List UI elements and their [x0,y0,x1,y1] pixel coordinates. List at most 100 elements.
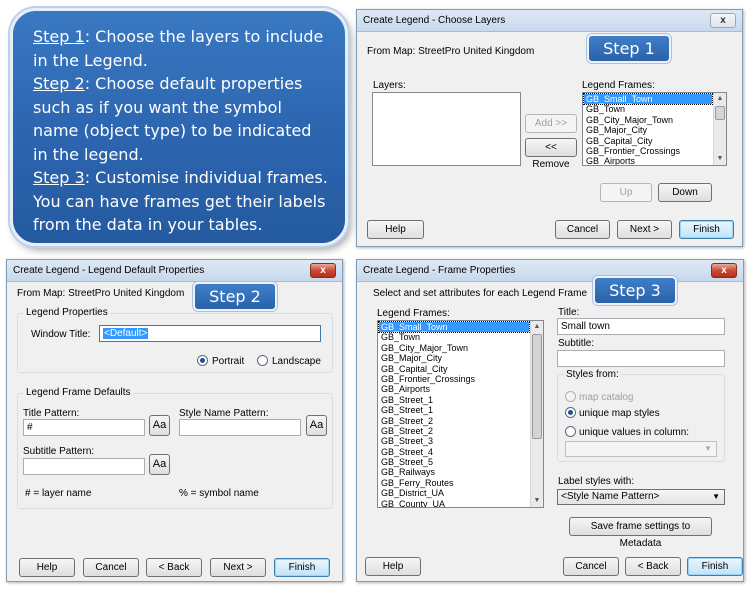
next-button[interactable]: Next > [617,220,672,239]
back-button[interactable]: < Back [146,558,202,577]
dialog-title: Create Legend - Legend Default Propertie… [13,265,205,276]
callout-line: Step 1: Choose the layers to include [33,25,331,49]
callout-text: in the Legend. [33,50,148,70]
list-item[interactable]: GB_Railways [379,467,529,477]
list-item[interactable]: GB_Street_4 [379,447,529,457]
step-badge: Step 1 [587,34,671,63]
help-button[interactable]: Help [19,558,75,577]
map-catalog-label: map catalog [579,392,634,403]
label-styles-value: <Style Name Pattern> [561,491,660,502]
list-item[interactable]: GB_Major_City [584,125,712,135]
up-button[interactable]: Up [600,183,652,202]
list-item[interactable]: GB_Small_Town [378,321,530,334]
list-item[interactable]: GB_Airports [584,156,712,165]
down-button[interactable]: Down [658,183,712,202]
title-input[interactable]: Small town [557,318,725,335]
list-item[interactable]: GB_City_Major_Town [379,343,529,353]
callout-text: : Customise individual frames. [84,168,328,187]
list-item[interactable]: GB_Capital_City [379,364,529,374]
help-button[interactable]: Help [367,220,424,239]
next-button[interactable]: Next > [210,558,266,577]
remove-button[interactable]: << Remove [525,138,577,170]
chevron-down-icon: ▼ [704,444,712,453]
close-button[interactable]: x [310,263,336,278]
map-catalog-radio[interactable] [565,391,576,402]
list-item[interactable]: GB_Major_City [379,353,529,363]
subtitle-input[interactable] [557,350,725,367]
help-button[interactable]: Help [365,557,421,576]
titlebar: Create Legend - Frame Properties x [357,260,743,282]
unique-map-styles-label: unique map styles [579,408,660,419]
save-metadata-button[interactable]: Save frame settings to Metadata [569,517,712,549]
scroll-down-icon[interactable]: ▼ [531,495,543,507]
callout-text: such as if you want the symbol [33,97,282,117]
legend-frames-label: Legend Frames: [582,80,655,91]
style-name-pattern-input[interactable] [179,419,301,436]
group-title: Styles from: [564,369,621,380]
group-title: Legend Frame Defaults [24,387,133,398]
list-item[interactable]: GB_Street_5 [379,457,529,467]
unique-map-styles-radio[interactable] [565,407,576,418]
cancel-button[interactable]: Cancel [563,557,619,576]
step-badge: Step 3 [593,276,677,305]
list-item[interactable]: GB_County_UA [379,499,529,507]
list-item[interactable]: GB_Street_2 [379,416,529,426]
list-item[interactable]: GB_Airports [379,384,529,394]
list-item[interactable]: GB_Town [379,332,529,342]
cancel-button[interactable]: Cancel [555,220,610,239]
scroll-up-icon[interactable]: ▲ [714,93,726,105]
back-button[interactable]: < Back [625,557,681,576]
window-title-label: Window Title: [31,329,91,340]
list-item[interactable]: GB_Capital_City [584,136,712,146]
scroll-up-icon[interactable]: ▲ [531,321,543,333]
title-value: Small town [561,321,610,332]
add-button[interactable]: Add >> [525,114,577,133]
list-item[interactable]: GB_Ferry_Routes [379,478,529,488]
title-font-button[interactable]: Aa [149,415,170,436]
subtitle-font-button[interactable]: Aa [149,454,170,475]
finish-button[interactable]: Finish [274,558,330,577]
unique-values-radio[interactable] [565,426,576,437]
portrait-label: Portrait [212,356,245,367]
title-pattern-label: Title Pattern: [23,408,80,419]
list-item[interactable]: GB_Street_1 [379,395,529,405]
column-dropdown[interactable]: ▼ [565,441,717,457]
list-item[interactable]: GB_City_Major_Town [584,115,712,125]
list-item[interactable]: GB_Street_1 [379,405,529,415]
subtitle-pattern-input[interactable] [23,458,145,475]
window-title-input[interactable]: <Default> [99,325,321,342]
legend-frames-list[interactable]: GB_Small_Town GB_Town GB_City_Major_Town GB… [582,92,727,166]
list-item[interactable]: GB_Frontier_Crossings [584,146,712,156]
style-name-font-button[interactable]: Aa [306,415,327,436]
instruction-label: Select and set attributes for each Legen… [373,288,588,299]
callout-line: name (object type) to be indicated [33,119,331,143]
subtitle-pattern-label: Subtitle Pattern: [23,446,95,457]
landscape-radio[interactable] [257,355,268,366]
scrollbar[interactable]: ▲ ▼ [713,93,726,165]
list-item[interactable]: GB_Town [584,104,712,114]
finish-button[interactable]: Finish [687,557,743,576]
list-item[interactable]: GB_District_UA [379,488,529,498]
close-button[interactable]: x [711,263,737,278]
scroll-thumb[interactable] [715,106,725,120]
scrollbar[interactable]: ▲ ▼ [530,321,543,507]
portrait-radio[interactable] [197,355,208,366]
close-button[interactable]: x [710,13,736,28]
cancel-button[interactable]: Cancel [83,558,139,577]
scroll-thumb[interactable] [532,334,542,439]
list-item[interactable]: GB_Street_2 [379,426,529,436]
dialog-title: Create Legend - Frame Properties [363,265,516,276]
callout-text: : Choose default properties [84,74,303,93]
finish-button[interactable]: Finish [679,220,734,239]
list-item[interactable]: GB_Small_Town [583,93,713,106]
list-item[interactable]: GB_Frontier_Crossings [379,374,529,384]
callout-text: : Choose the layers to include [84,27,324,46]
label-styles-dropdown[interactable]: <Style Name Pattern> ▼ [557,489,725,505]
legend-frames-list[interactable]: GB_Small_Town GB_Town GB_City_Major_Town GB… [377,320,544,508]
step-link-text: Step 3 [33,168,85,187]
instructions-callout: Step 1: Choose the layers to include in t… [10,8,348,246]
title-pattern-input[interactable]: # [23,419,145,436]
scroll-down-icon[interactable]: ▼ [714,153,726,165]
layers-list[interactable] [372,92,521,166]
list-item[interactable]: GB_Street_3 [379,436,529,446]
